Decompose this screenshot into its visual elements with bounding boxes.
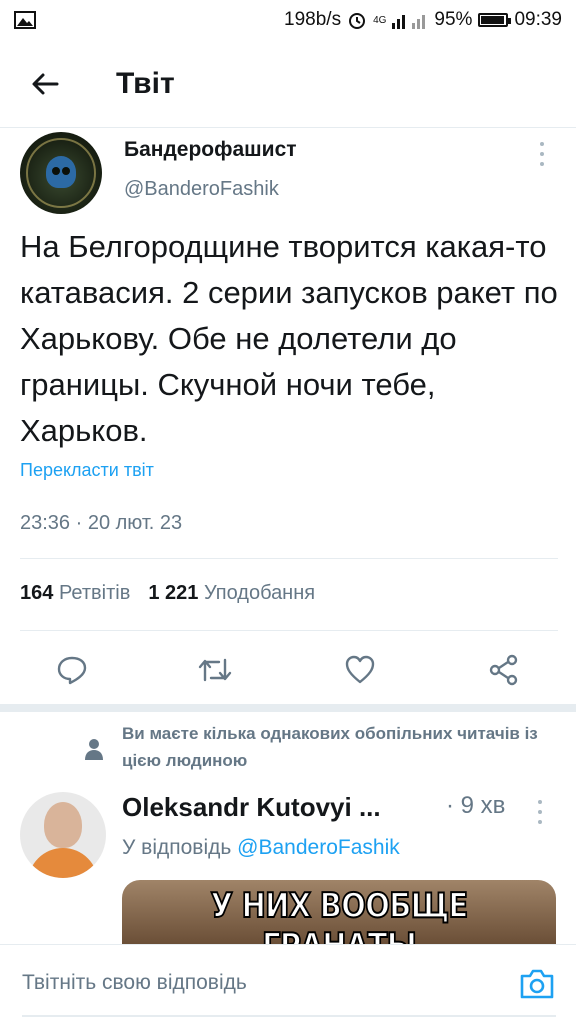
reply-time: · 9 хв [446, 792, 506, 819]
tweet-author-row: Бандерофашист @BanderoFashik [0, 128, 576, 214]
reply-compose-input[interactable]: Твітніть свою відповідь [22, 971, 247, 995]
retweets-label: Ретвітів [58, 582, 131, 604]
tweet-text: На Белгородщине творится какая-то катава… [20, 229, 558, 448]
camera-button[interactable] [518, 965, 556, 1003]
retweets-stat[interactable]: 164 Ретвітів [20, 582, 130, 605]
retweets-count: 164 [20, 582, 54, 604]
author-avatar[interactable] [20, 132, 102, 214]
like-button[interactable] [340, 650, 380, 690]
share-icon [489, 654, 518, 686]
app-header: Твіт [0, 40, 576, 128]
section-divider [0, 704, 576, 712]
main-tweet: Бандерофашист @BanderoFashik На Белгород… [0, 128, 576, 686]
net-speed: 198b/s [284, 9, 342, 30]
divider [20, 558, 558, 559]
page-title: Твіт [116, 66, 175, 100]
back-arrow-icon [32, 73, 59, 94]
status-right: 198b/s 4G 95% 09:39 [284, 9, 562, 31]
media-caption: У НИХ ВООБЩЕ ГРАНАТЫ [210, 885, 470, 944]
notice-text: Ви маєте кілька однакових обопільних чит… [122, 724, 538, 770]
mutual-followers-notice: Ви маєте кілька однакових обопільних чит… [0, 720, 576, 780]
reply-author-name[interactable]: Oleksandr Kutovyi ... [122, 792, 381, 823]
reply-to-handle[interactable]: @BanderoFashik [237, 836, 400, 859]
more-vertical-icon[interactable] [530, 798, 550, 826]
skull-emblem-icon [46, 156, 76, 188]
reply-author-avatar[interactable] [20, 792, 106, 878]
compose-bar: Твітніть свою відповідь [0, 944, 576, 1024]
tweet-stats: 164 Ретвітів 1 221 Уподобання [20, 582, 315, 605]
clock: 09:39 [514, 9, 562, 30]
network-type: 4G [373, 14, 387, 26]
translate-tweet-link[interactable]: Перекласти твіт [20, 460, 154, 481]
likes-count: 1 221 [148, 582, 199, 604]
like-icon [345, 655, 375, 684]
person-icon [85, 739, 103, 760]
retweet-button[interactable] [195, 650, 235, 690]
tweet-actions [0, 640, 576, 696]
battery-icon [478, 13, 512, 27]
likes-label: Уподобання [203, 582, 316, 604]
reply-to-line: У відповідь @BanderoFashik [122, 836, 400, 860]
divider [20, 630, 558, 631]
reply-media-image[interactable]: У НИХ ВООБЩЕ ГРАНАТЫ [122, 880, 556, 944]
retweet-icon [198, 658, 232, 682]
image-icon [14, 11, 36, 29]
alarm-icon [349, 13, 366, 29]
status-bar: 198b/s 4G 95% 09:39 [0, 0, 576, 40]
author-handle[interactable]: @BanderoFashik [124, 178, 279, 201]
avatar-head [44, 802, 82, 848]
signal-icon [392, 15, 426, 29]
battery-percent: 95% [434, 9, 473, 30]
likes-stat[interactable]: 1 221 Уподобання [148, 582, 315, 605]
avatar-body [28, 848, 98, 878]
more-vertical-icon[interactable] [532, 140, 552, 168]
status-left [14, 11, 36, 29]
back-button[interactable] [20, 59, 70, 109]
tweet-timestamp: 23:36 · 20 лют. 23 [20, 512, 183, 534]
battery-fill [481, 16, 505, 24]
camera-icon [520, 969, 554, 999]
reply-button[interactable] [52, 650, 92, 690]
author-name[interactable]: Бандерофашист [124, 138, 297, 162]
share-button[interactable] [484, 650, 524, 690]
reply-icon [57, 656, 87, 685]
reply-prefix: У відповідь [122, 836, 232, 859]
compose-underline [22, 1015, 556, 1017]
